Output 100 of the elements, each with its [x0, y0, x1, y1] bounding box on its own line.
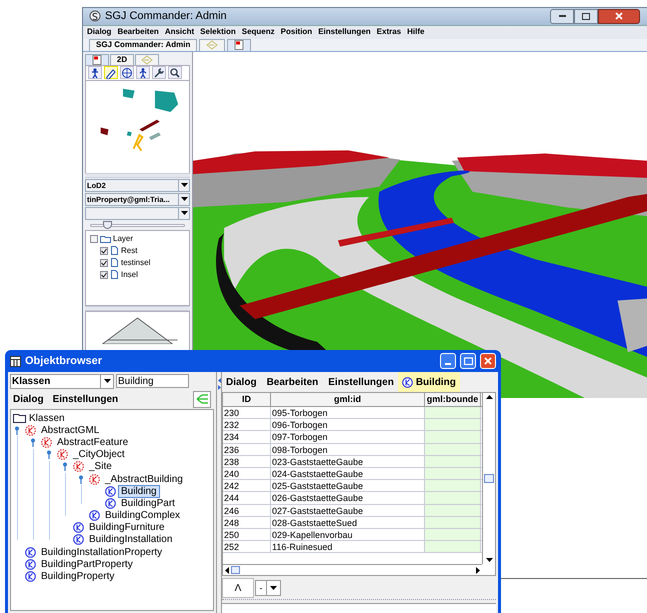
hierarchy-icon: [196, 394, 208, 404]
tree-item[interactable]: BuildingPartProperty: [38, 558, 136, 571]
tool-button[interactable]: [120, 66, 134, 79]
tree-item[interactable]: BuildingComplex: [102, 509, 184, 522]
slider-thumb[interactable]: [103, 220, 112, 228]
column-header[interactable]: gml:id: [271, 393, 425, 406]
checkbox[interactable]: [90, 234, 98, 242]
wrench-icon: [153, 66, 165, 78]
menu-item[interactable]: Einstellungen: [52, 392, 118, 406]
tree-item[interactable]: BuildingInstallation: [86, 533, 176, 546]
tree-item[interactable]: AbstractFeature: [54, 436, 132, 449]
menu-item[interactable]: Ansicht: [164, 26, 194, 38]
app-logo-icon: [89, 10, 101, 22]
maximize-button[interactable]: [574, 8, 598, 24]
expand-right-icon[interactable]: [218, 385, 220, 390]
column-header[interactable]: gml:bounde: [425, 393, 481, 406]
tree-item[interactable]: Building: [118, 484, 160, 498]
layer-label: Layer: [113, 232, 134, 244]
maximize-icon: [464, 357, 472, 365]
hierarchy-button[interactable]: [193, 390, 211, 408]
menu-item[interactable]: Einstellungen: [328, 374, 394, 390]
scrollbar-thumb[interactable]: [231, 566, 240, 574]
table-cell: 244: [223, 492, 271, 504]
expanded-toggle-icon[interactable]: [30, 438, 36, 447]
menu-item[interactable]: Hilfe: [407, 26, 424, 38]
close-icon: [484, 357, 492, 365]
dropdown[interactable]: Klassen: [10, 374, 114, 388]
menu-item[interactable]: Bearbeiten: [117, 26, 159, 38]
diamond-arrow-icon: [141, 54, 153, 64]
tool-button[interactable]: [104, 66, 118, 79]
scroll-right-icon: [476, 566, 480, 574]
document-icon: [234, 40, 244, 50]
globe-icon: [121, 66, 133, 78]
tool-button[interactable]: [168, 66, 182, 79]
tree-item[interactable]: AbstractGML: [38, 424, 102, 437]
icon-tab[interactable]: [85, 54, 109, 64]
horizontal-scrollbar[interactable]: [223, 564, 482, 575]
caret-icon: [180, 197, 188, 201]
checkbox[interactable]: [100, 270, 108, 278]
tree-item[interactable]: BuildingProperty: [38, 570, 118, 584]
dropdown[interactable]: -: [255, 580, 281, 596]
expanded-toggle-icon[interactable]: [62, 462, 68, 472]
tree-item[interactable]: _CityObject: [70, 448, 128, 462]
minimize-icon: [558, 14, 566, 18]
scroll-down-icon: [486, 558, 492, 562]
menu-item[interactable]: Selektion: [200, 26, 236, 38]
menu-item[interactable]: Dialog: [13, 392, 44, 406]
tree-item[interactable]: _Site: [86, 460, 115, 474]
tool-button[interactable]: [136, 66, 150, 79]
table-cell: 230: [223, 407, 271, 418]
expanded-toggle-icon[interactable]: [78, 474, 84, 484]
menu-item[interactable]: Extras: [376, 26, 402, 38]
tab[interactable]: SGJ Commander: Admin: [89, 38, 198, 50]
expanded-toggle-icon[interactable]: [46, 450, 52, 460]
vertical-scrollbar[interactable]: [482, 393, 495, 564]
menu-item[interactable]: Dialog: [87, 26, 112, 38]
tree-item[interactable]: _AbstractBuilding: [102, 472, 186, 486]
tree-root-label: Klassen: [29, 412, 65, 426]
table-cell: 250: [223, 528, 271, 540]
checkbox[interactable]: [100, 258, 108, 266]
caret-icon: [104, 379, 110, 383]
table-cell: 236: [223, 444, 271, 455]
collapse-left-icon[interactable]: [218, 378, 220, 383]
checkbox[interactable]: [100, 246, 108, 254]
column-header[interactable]: ID: [223, 393, 271, 406]
menu-item[interactable]: Sequenz: [242, 26, 275, 38]
menu-item[interactable]: Einstellungen: [318, 26, 371, 38]
tool-button[interactable]: [88, 66, 102, 79]
menu-item[interactable]: Dialog: [226, 374, 257, 390]
menu-item[interactable]: Position: [280, 26, 312, 38]
sort-button[interactable]: Λ: [222, 578, 254, 598]
close-icon: [615, 12, 623, 20]
tree-item[interactable]: BuildingFurniture: [86, 521, 168, 534]
layer-label: testinsel: [121, 256, 150, 268]
tab[interactable]: 2D: [110, 54, 134, 64]
menu-item[interactable]: Bearbeiten: [266, 374, 318, 390]
scrollbar-thumb[interactable]: [484, 474, 494, 483]
caret-icon: [180, 183, 188, 187]
diamond-arrow-icon: [206, 40, 218, 50]
tool-button[interactable]: [152, 66, 166, 79]
window-title: Objektbrowser: [25, 354, 102, 369]
expanded-toggle-icon[interactable]: [14, 426, 20, 435]
icon-tab[interactable]: [227, 38, 252, 50]
folder-icon: [13, 413, 26, 424]
maximize-icon: [582, 12, 590, 20]
table-cell: 242: [223, 480, 271, 492]
minimize-button[interactable]: [550, 8, 574, 24]
tree-item[interactable]: BuildingPart: [118, 496, 178, 510]
active-class-button[interactable]: Building: [398, 372, 460, 392]
caret-icon: [270, 586, 277, 590]
search-field[interactable]: Building: [116, 374, 189, 388]
tree-item[interactable]: BuildingInstallationProperty: [38, 546, 166, 559]
folder-icon: [100, 234, 111, 242]
table-cell: 252: [223, 541, 271, 552]
close-button[interactable]: [598, 8, 640, 24]
k-class-icon: [402, 376, 413, 388]
table-cell: 240: [223, 468, 271, 480]
table-cell: 234: [223, 431, 271, 443]
person-icon: [89, 66, 101, 78]
table-cell: 246: [223, 504, 271, 516]
